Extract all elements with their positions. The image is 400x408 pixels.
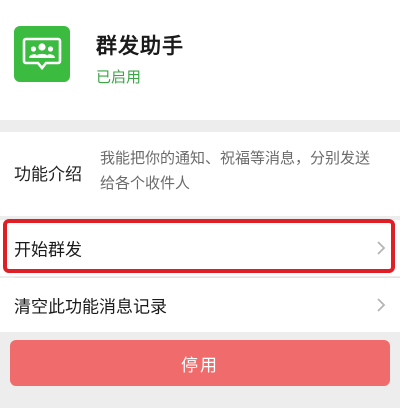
status-label: 已启用: [96, 68, 142, 86]
feature-intro-text: 我能把你的通知、祝福等消息，分别发送给各个收件人: [100, 149, 371, 192]
disable-button[interactable]: 停用: [10, 340, 390, 386]
chevron-right-icon: [377, 298, 386, 312]
app-header: 群发助手 已启用: [0, 0, 400, 120]
clear-messages-label: 清空此功能消息记录: [14, 297, 167, 318]
start-broadcast-row[interactable]: 开始群发: [0, 220, 400, 276]
feature-intro-section: 功能介绍 我能把你的通知、祝福等消息，分别发送给各个收件人: [0, 132, 400, 216]
group-broadcast-settings-page: 群发助手 已启用 功能介绍 我能把你的通知、祝福等消息，分别发送给各个收件人 开…: [0, 0, 400, 408]
feature-intro-label: 功能介绍: [14, 165, 82, 185]
app-title: 群发助手: [96, 34, 184, 58]
clear-messages-row[interactable]: 清空此功能消息记录: [0, 278, 400, 332]
start-broadcast-label: 开始群发: [14, 240, 82, 261]
chevron-right-icon: [377, 241, 386, 255]
group-chat-icon: [14, 26, 70, 82]
